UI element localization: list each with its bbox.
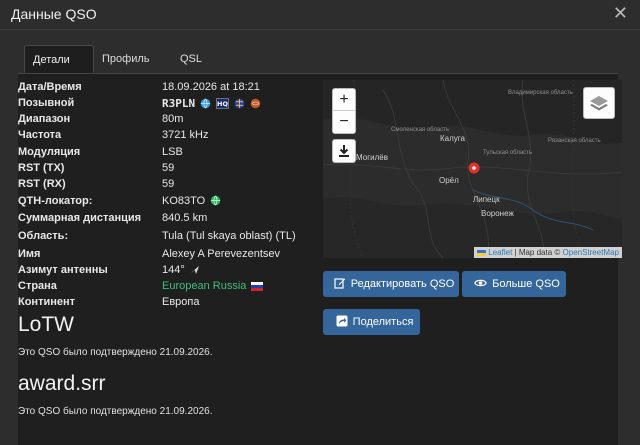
name-label: Имя [18, 248, 41, 260]
zoom-out-button[interactable]: − [333, 111, 355, 133]
download-icon [338, 145, 350, 162]
tab-content: Дата/Время 18.09.2026 at 18:21 Позывной … [18, 74, 622, 445]
map-label-smolensk: Смоленская область [391, 127, 450, 133]
qth-map[interactable]: Смоленская область Могилёв Калуга Тульск… [323, 80, 622, 258]
map-label-lipetsk: Липецк [473, 195, 500, 204]
svg-text:HQ: HQ [217, 100, 228, 108]
callsign-cell: R3PLN HQ [162, 97, 261, 112]
qrz-globe-icon[interactable] [234, 98, 245, 112]
continent-value: Европа [162, 296, 200, 308]
share-button[interactable]: Поделиться [323, 309, 420, 335]
tab-qth-profile[interactable]: Профиль QTH [94, 45, 174, 93]
layers-icon [584, 96, 614, 122]
rst-tx-value: 59 [162, 162, 175, 174]
eye-icon [474, 278, 492, 290]
map-label-voronezh: Воронеж [481, 209, 514, 218]
direction-arrow-icon [190, 265, 200, 278]
tab-qsl-management[interactable]: QSL менеджемент [172, 45, 272, 93]
lotw-heading: LoTW [18, 313, 75, 336]
tab-qso-details[interactable]: Детали QSO [24, 45, 94, 94]
country-label: Страна [18, 280, 57, 292]
frequency-value: 3721 kHz [162, 129, 209, 141]
map-label-mogilev: Могилёв [356, 153, 388, 162]
mode-value: LSB [162, 146, 183, 158]
datetime-label: Дата/Время [18, 81, 82, 93]
location-marker-icon[interactable] [468, 162, 480, 181]
download-button[interactable] [332, 139, 356, 163]
ukraine-flag-icon [477, 248, 488, 257]
frequency-label: Частота [18, 129, 62, 141]
rst-tx-label: RST (TX) [18, 162, 65, 174]
hamqth-icon[interactable]: HQ [216, 98, 230, 112]
award-srr-heading: award.srr [18, 372, 106, 395]
qth-locator-cell: KO83TO [162, 195, 221, 209]
openstreetmap-link[interactable]: OpenStreetMap [563, 248, 619, 257]
name-value: Alexey A Perevezentsev [162, 248, 281, 260]
map-label-kaluga: Калуга [440, 134, 465, 143]
country-link[interactable]: European Russia [162, 280, 246, 292]
map-label-vladimir: Владимирская область [508, 90, 573, 96]
rst-rx-value: 59 [162, 178, 175, 190]
zoom-in-button[interactable]: + [333, 89, 355, 111]
award-srr-confirmation-text: Это QSO было подтверждено 21.09.2026. [18, 406, 213, 417]
more-qso-label: Больше QSO [492, 278, 560, 290]
band-label: Диапазон [18, 113, 71, 125]
share-icon [336, 315, 353, 328]
qso-details-modal: Данные QSO ✕ Детали QSO Профиль QTH QSL … [0, 0, 640, 445]
datetime-value: 18.09.2026 at 18:21 [162, 81, 260, 93]
globe-icon[interactable] [200, 98, 211, 112]
share-label: Поделиться [352, 316, 414, 328]
continent-label: Континент [18, 296, 76, 308]
map-attribution: Leaflet | Map data © OpenStreetMap [474, 247, 622, 258]
antenna-azimuth-value: 144° [162, 264, 185, 276]
qth-locator-value: KO83TO [162, 195, 206, 207]
region-label: Область: [18, 230, 69, 242]
mode-label: Модуляция [18, 146, 81, 158]
modal-title: Данные QSO [11, 6, 97, 22]
leaflet-link[interactable]: Leaflet [488, 248, 512, 257]
region-value: Tula (Tul skaya oblast) (TL) [162, 230, 296, 242]
country-cell: European Russia [162, 280, 264, 294]
qth-locator-label: QTH-локатор: [18, 195, 93, 207]
layers-button[interactable] [583, 87, 615, 119]
distance-label: Суммарная дистанция [18, 212, 142, 224]
lotw-confirmation-text: Это QSO было подтверждено 21.09.2026. [18, 347, 213, 358]
modal-header: Данные QSO ✕ [0, 0, 640, 30]
map-label-tula: Тульская область [483, 150, 533, 156]
qrzcq-icon[interactable] [250, 98, 261, 112]
map-label-orel: Орёл [439, 176, 459, 185]
edit-icon [334, 278, 351, 290]
edit-qso-label: Редактировать QSO [350, 278, 455, 290]
band-value: 80m [162, 113, 184, 125]
distance-value: 840.5 km [162, 212, 208, 224]
callsign-value: R3PLN [162, 97, 196, 110]
close-icon[interactable]: ✕ [613, 3, 628, 24]
antenna-azimuth-label: Азимут антенны [18, 264, 108, 276]
edit-qso-button[interactable]: Редактировать QSO [323, 271, 459, 297]
attribution-separator: | Map data © [512, 248, 563, 257]
antenna-azimuth-cell: 144° [162, 264, 200, 278]
rst-rx-label: RST (RX) [18, 178, 66, 190]
callsign-label: Позывной [18, 97, 75, 109]
tab-bar: Детали QSO Профиль QTH QSL менеджемент [18, 45, 618, 94]
more-qso-button[interactable]: Больше QSO [462, 271, 566, 297]
map-label-ryazan: Рязанская область [548, 138, 601, 144]
zoom-control: + − [332, 88, 356, 134]
russia-flag-icon [251, 282, 264, 294]
globe-icon[interactable] [210, 195, 221, 209]
